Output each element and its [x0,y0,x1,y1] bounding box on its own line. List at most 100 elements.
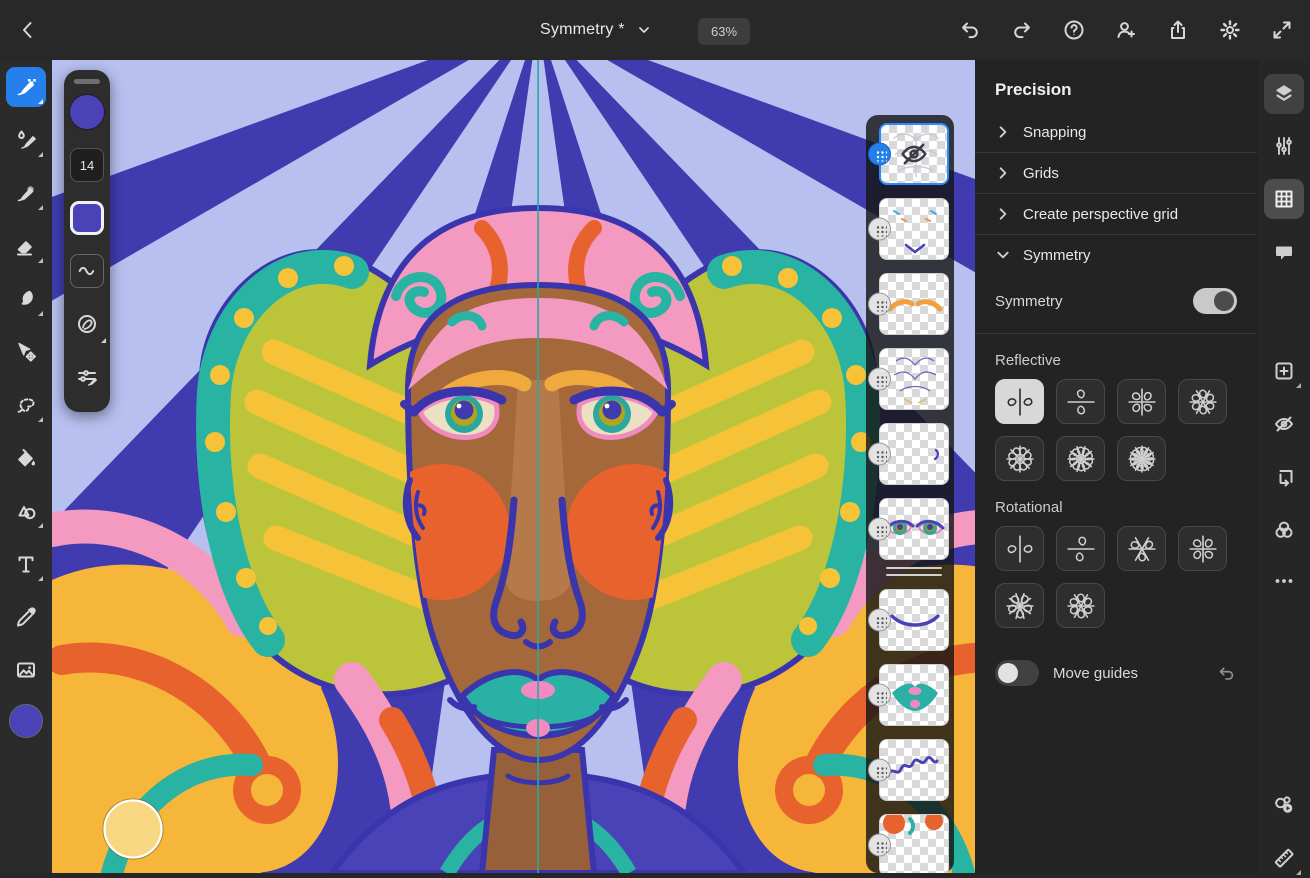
rotational-six-button[interactable] [1056,583,1105,628]
chevron-down-icon [637,23,651,37]
comment-icon[interactable] [1264,232,1304,272]
move-guides-row: Move guides [975,660,1257,686]
symmetry-guide-line [537,60,539,873]
blend-modes-icon[interactable] [1264,510,1304,550]
lasso-tool[interactable] [6,385,46,425]
layers-strip [866,115,954,873]
layer-row [879,198,949,260]
help-icon[interactable] [1056,12,1092,48]
layer-handle-badge[interactable] [868,218,891,241]
fill-tool[interactable] [6,438,46,478]
chevron-right-icon [995,165,1011,181]
mixer-brush-tool[interactable] [6,173,46,213]
layer-handle-badge[interactable] [868,143,891,166]
settings-icon[interactable] [1212,12,1248,48]
place-image-tool[interactable] [6,650,46,690]
add-layer-icon[interactable] [1264,351,1304,391]
rotational-options [975,526,1257,628]
section-header-symmetry[interactable]: Symmetry [975,235,1257,275]
artwork [52,60,975,873]
smoothing-icon[interactable] [70,254,104,288]
document-title-dropdown[interactable]: Symmetry * [540,14,651,46]
document-title: Symmetry * [540,21,625,39]
rotational-two-button[interactable] [995,526,1044,571]
drawing-canvas[interactable] [52,60,975,873]
undo-icon[interactable] [952,12,988,48]
ruler-icon[interactable] [1264,838,1304,878]
back-button[interactable] [12,14,44,46]
symmetry-toggle[interactable] [1193,288,1237,314]
pixel-brush-tool[interactable] [6,67,46,107]
reflective-vertical-button[interactable] [995,379,1044,424]
layer-row [879,348,949,410]
layer-handle-badge[interactable] [868,684,891,707]
move-guides-label: Move guides [1053,665,1201,682]
more-icon[interactable] [1264,561,1304,601]
brush-preview-circle[interactable] [69,94,105,130]
reflective-six-axis-button[interactable] [1117,436,1166,481]
section-header-snapping[interactable]: Snapping [975,112,1257,152]
reflective-three-axis-button[interactable] [1178,379,1227,424]
eyedropper-tool[interactable] [6,597,46,637]
topbar-actions [952,12,1300,48]
reflective-four-axis-button[interactable] [995,436,1044,481]
brush-size-field[interactable]: 14 [70,148,104,182]
reflective-two-axis-button[interactable] [1117,379,1166,424]
layer-handle-badge[interactable] [868,834,891,857]
text-tool[interactable] [6,544,46,584]
layer-row [879,664,949,726]
rotational-three-button[interactable] [1117,526,1166,571]
layer-handle-badge[interactable] [868,293,891,316]
color-swatch[interactable] [70,201,104,235]
symmetry-toggle-label: Symmetry [995,293,1063,310]
zoom-level-badge[interactable]: 63% [698,18,750,45]
layers-icon[interactable] [1264,74,1304,114]
brush-settings-icon[interactable] [70,360,104,394]
precision-grid-icon[interactable] [1264,179,1304,219]
transform-layer-icon[interactable] [1264,457,1304,497]
share-icon[interactable] [1160,12,1196,48]
task-rail [1257,60,1310,873]
reflective-five-axis-button[interactable] [1056,436,1105,481]
top-bar: Symmetry * 63% [0,0,1310,60]
move-tool[interactable] [6,332,46,372]
rotational-four-button[interactable] [1178,526,1227,571]
smudge-tool[interactable] [6,279,46,319]
rotational-five-button[interactable] [995,583,1044,628]
layer-handle-badge[interactable] [868,443,891,466]
fullscreen-icon[interactable] [1264,12,1300,48]
adjustments-icon[interactable] [1264,126,1304,166]
layer-row [879,589,949,651]
section-header-grids[interactable]: Grids [975,153,1257,193]
layer-handle-badge[interactable] [868,759,891,782]
layer-row [879,123,949,185]
eraser-tool[interactable] [6,226,46,266]
chevron-down-icon [995,247,1011,263]
move-guides-toggle[interactable] [995,660,1039,686]
shape-tool[interactable] [6,491,46,531]
reflective-options [975,379,1257,481]
brush-cursor [103,799,163,859]
invite-icon[interactable] [1108,12,1144,48]
stabilizer-icon[interactable] [70,307,104,341]
precision-panel: Precision SnappingGridsCreate perspectiv… [975,60,1257,873]
section-header-create-perspective-grid[interactable]: Create perspective grid [975,194,1257,234]
layer-handle-badge[interactable] [868,609,891,632]
reflective-horizontal-button[interactable] [1056,379,1105,424]
livestream-icon[interactable] [1264,785,1304,825]
rotational-two-horizontal-button[interactable] [1056,526,1105,571]
drag-handle[interactable] [74,79,100,84]
reset-guides-icon[interactable] [1215,662,1237,684]
foreground-color-swatch[interactable] [9,704,43,738]
chevron-right-icon [995,124,1011,140]
hide-layer-icon[interactable] [1264,404,1304,444]
layer-handle-badge[interactable] [868,368,891,391]
live-brush-tool[interactable] [6,120,46,160]
layer-row [879,814,949,873]
redo-icon[interactable] [1004,12,1040,48]
layer-handle-badge[interactable] [868,518,891,541]
tool-options-panel: 14 [64,70,110,412]
layer-row [879,739,949,801]
symmetry-toggle-row: Symmetry [975,275,1257,327]
reflective-label: Reflective [975,352,1257,369]
